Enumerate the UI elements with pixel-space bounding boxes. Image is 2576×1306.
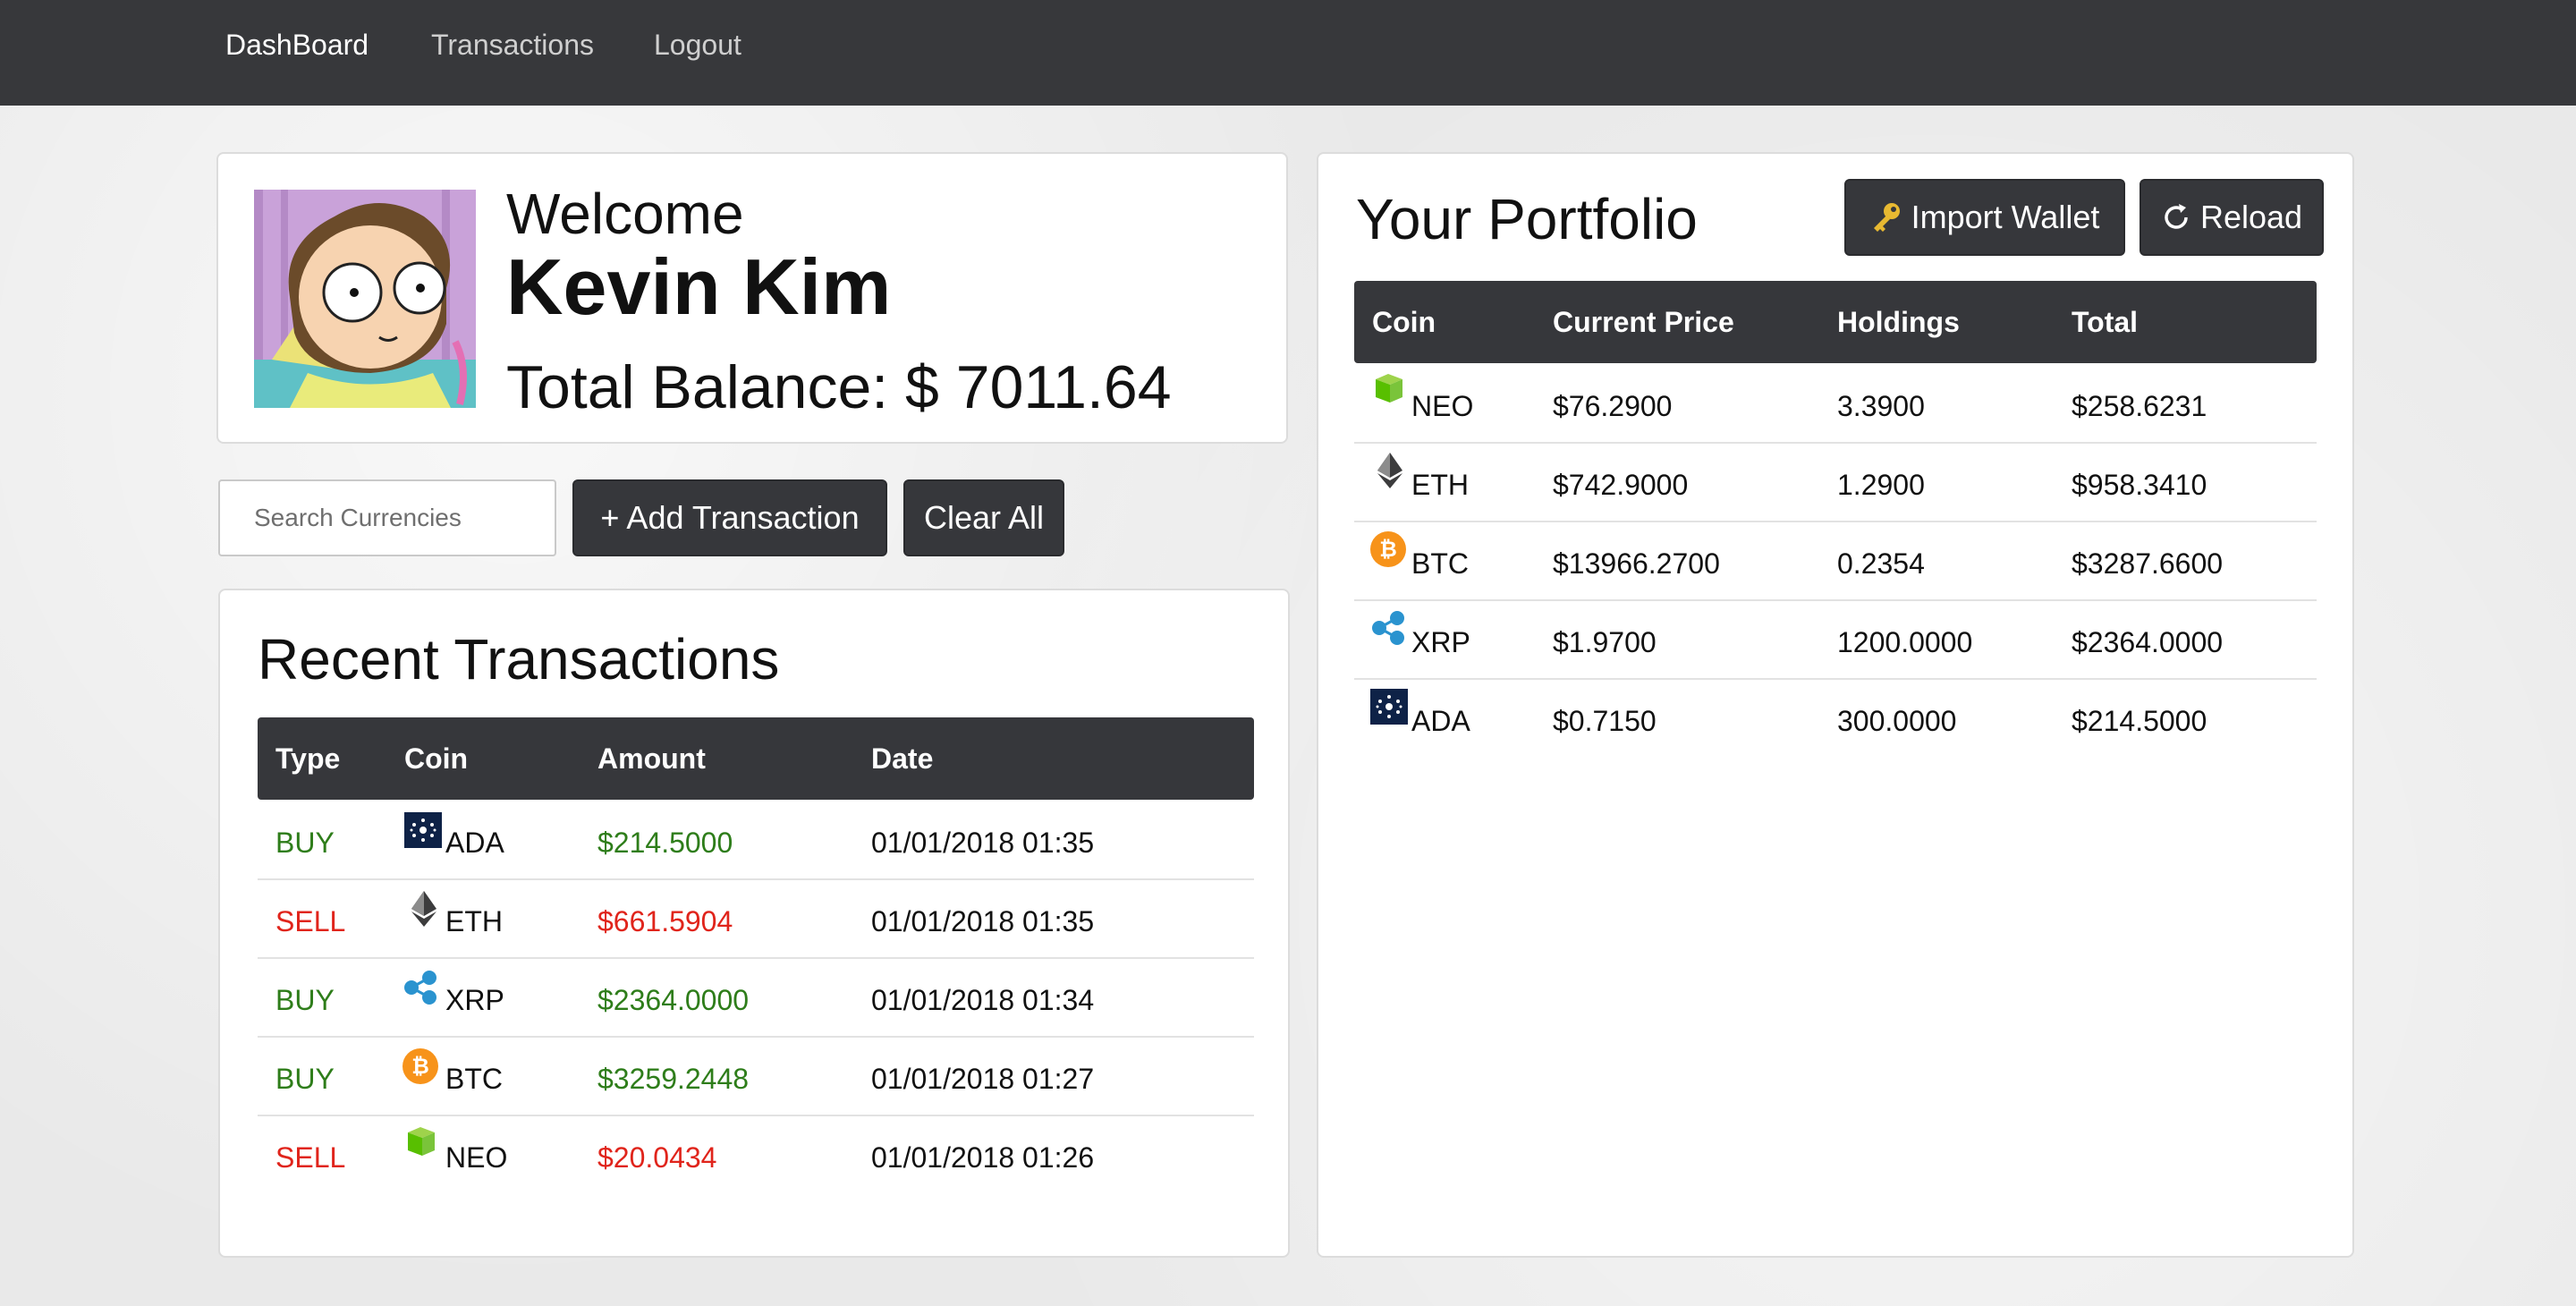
column-header-date: Date <box>871 742 934 775</box>
portfolio-total: $3287.6600 <box>2072 547 2224 580</box>
portfolio-holdings: 1200.0000 <box>1837 626 1973 658</box>
transaction-type: SELL <box>275 1141 346 1174</box>
reload-icon <box>2165 204 2188 229</box>
eth-icon <box>1377 453 1402 488</box>
nav-logout-link[interactable]: Logout <box>654 29 741 62</box>
portfolio-total: $958.3410 <box>2072 469 2207 501</box>
user-name: Kevin Kim <box>506 242 892 331</box>
column-header-amount: Amount <box>597 742 706 775</box>
portfolio-price: $76.2900 <box>1553 390 1673 422</box>
portfolio-coin: ETH <box>1411 469 1469 501</box>
add-transaction-button[interactable]: + Add Transaction <box>572 479 887 556</box>
transaction-type: SELL <box>275 905 346 937</box>
transaction-date: 01/01/2018 01:26 <box>871 1141 1095 1174</box>
transaction-amount: $20.0434 <box>597 1141 717 1174</box>
portfolio-holdings: 300.0000 <box>1837 705 1957 737</box>
nav-dashboard-link[interactable]: DashBoard <box>225 29 369 62</box>
table-row[interactable]: BUY XRP $2364.0000 01/01/2018 01:34 <box>258 959 1254 1038</box>
transaction-type: BUY <box>275 827 335 859</box>
portfolio-coin: NEO <box>1411 390 1474 422</box>
transaction-amount: $2364.0000 <box>597 984 750 1016</box>
btc-icon: ₿ <box>402 1048 438 1084</box>
transaction-amount: $661.5904 <box>597 905 733 937</box>
import-wallet-button[interactable]: Import Wallet <box>1844 179 2125 256</box>
column-header-holdings: Holdings <box>1837 306 1960 338</box>
avatar <box>254 190 476 408</box>
import-wallet-label: Import Wallet <box>1911 199 2100 235</box>
transaction-type: BUY <box>275 984 335 1016</box>
xrp-icon <box>404 971 436 1005</box>
ada-icon <box>1370 689 1408 725</box>
column-header-type: Type <box>275 742 341 775</box>
transaction-amount: $214.5000 <box>597 827 733 859</box>
portfolio-coin: ADA <box>1411 705 1470 737</box>
portfolio-card: Your Portfolio Import Wallet Reload Coin… <box>1317 152 2354 1258</box>
svg-text:₿: ₿ <box>411 1054 429 1079</box>
portfolio-holdings: 3.3900 <box>1837 390 1925 422</box>
portfolio-table-header: Coin Current Price Holdings Total <box>1354 281 2317 363</box>
reload-label: Reload <box>2199 199 2303 235</box>
key-icon <box>1873 203 1900 232</box>
xrp-icon <box>1372 611 1404 645</box>
portfolio-total: $2364.0000 <box>2072 626 2224 658</box>
table-row[interactable]: BUY ADA $214.5000 01/01/2018 01:35 <box>258 801 1254 880</box>
transaction-coin: XRP <box>445 984 504 1016</box>
portfolio-holdings: 1.2900 <box>1837 469 1925 501</box>
portfolio-holdings: 0.2354 <box>1837 547 1925 580</box>
ada-icon <box>404 812 442 848</box>
transaction-coin: BTC <box>445 1063 503 1095</box>
table-row[interactable]: BUY ₿ BTC $3259.2448 01/01/2018 01:27 <box>258 1038 1254 1116</box>
portfolio-title: Your Portfolio <box>1356 187 1698 251</box>
portfolio-price: $742.9000 <box>1553 469 1689 501</box>
table-row[interactable]: ADA $0.7150 300.0000 $214.5000 <box>1354 680 2317 759</box>
portfolio-coin: XRP <box>1411 626 1470 658</box>
eth-icon <box>411 891 436 927</box>
portfolio-coin: BTC <box>1411 547 1469 580</box>
reload-button[interactable]: Reload <box>2140 179 2324 256</box>
transaction-date: 01/01/2018 01:35 <box>871 827 1095 859</box>
nav-transactions-link[interactable]: Transactions <box>431 29 594 62</box>
transaction-date: 01/01/2018 01:27 <box>871 1063 1095 1095</box>
transaction-amount: $3259.2448 <box>597 1063 750 1095</box>
top-navbar: DashBoard Transactions Logout <box>0 0 2576 106</box>
table-row[interactable]: ₿ BTC $13966.2700 0.2354 $3287.6600 <box>1354 522 2317 601</box>
transaction-type: BUY <box>275 1063 335 1095</box>
btc-icon: ₿ <box>1370 531 1406 567</box>
recent-table-header: Type Coin Amount Date <box>258 717 1254 800</box>
table-row[interactable]: NEO $76.2900 3.3900 $258.6231 <box>1354 365 2317 444</box>
recent-transactions-title: Recent Transactions <box>258 627 780 691</box>
total-balance: Total Balance: $ 7011.64 <box>506 353 1172 421</box>
portfolio-price: $0.7150 <box>1553 705 1657 737</box>
transaction-date: 01/01/2018 01:34 <box>871 984 1095 1016</box>
portfolio-price: $1.9700 <box>1553 626 1657 658</box>
clear-all-button[interactable]: Clear All <box>903 479 1064 556</box>
table-row[interactable]: ETH $742.9000 1.2900 $958.3410 <box>1354 444 2317 522</box>
neo-icon <box>408 1127 435 1156</box>
transaction-date: 01/01/2018 01:35 <box>871 905 1095 937</box>
search-currencies-input[interactable] <box>218 479 556 556</box>
portfolio-price: $13966.2700 <box>1553 547 1720 580</box>
portfolio-total: $214.5000 <box>2072 705 2207 737</box>
column-header-current-price: Current Price <box>1553 306 1734 338</box>
portfolio-total: $258.6231 <box>2072 390 2207 422</box>
column-header-coin: Coin <box>404 742 469 775</box>
table-row[interactable]: SELL NEO $20.0434 01/01/2018 01:26 <box>258 1116 1254 1195</box>
neo-icon <box>1376 374 1402 403</box>
transaction-coin: ETH <box>445 905 503 937</box>
transaction-coin: ADA <box>445 827 504 859</box>
recent-transactions-card: Recent Transactions Type Coin Amount Dat… <box>218 589 1290 1258</box>
column-header-total: Total <box>2072 306 2139 338</box>
svg-text:₿: ₿ <box>1379 537 1397 562</box>
table-row[interactable]: XRP $1.9700 1200.0000 $2364.0000 <box>1354 601 2317 680</box>
profile-card: Welcome Kevin Kim Total Balance: $ 7011.… <box>216 152 1288 444</box>
avatar-image <box>254 190 476 408</box>
transaction-coin: NEO <box>445 1141 508 1174</box>
table-row[interactable]: SELL ETH $661.5904 01/01/2018 01:35 <box>258 880 1254 959</box>
column-header-coin: Coin <box>1372 306 1436 338</box>
welcome-text: Welcome <box>506 182 744 246</box>
